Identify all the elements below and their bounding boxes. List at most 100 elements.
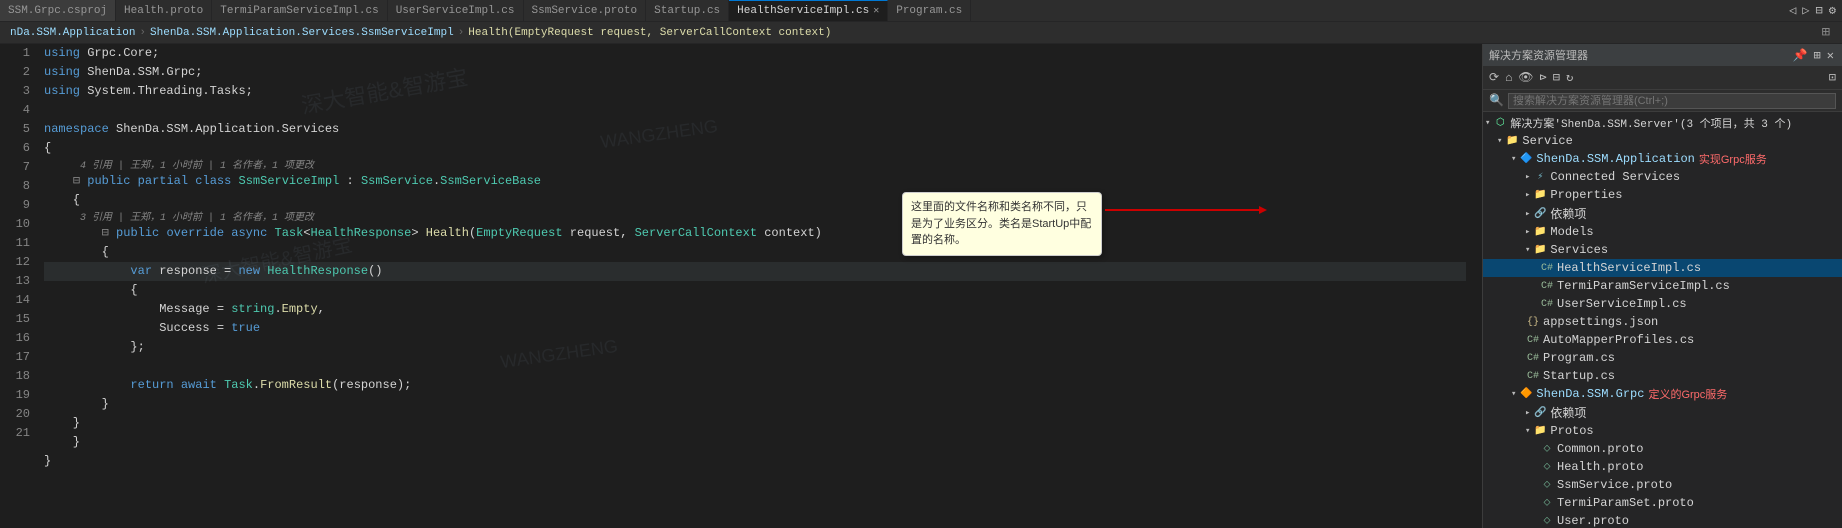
tab-startup[interactable]: Startup.cs — [646, 0, 729, 21]
collapse-icon[interactable]: ⊟ — [1814, 3, 1825, 18]
nav-forward-icon[interactable]: ▷ — [1800, 3, 1811, 18]
tab-bar: SSM.Grpc.csproj Health.proto TermiParamS… — [0, 0, 1842, 22]
tree-item-health-service-impl[interactable]: C# HealthServiceImpl.cs — [1483, 259, 1842, 277]
code-line-ref: 4 引用 | 王郑，1 小时前 | 1 名作者，1 项更改 — [44, 158, 1466, 172]
solution-label: 解决方案'ShenDa.SSM.Server'(3 个项目，共 3 个) — [1510, 115, 1792, 131]
code-content: 12345 678910 1112131415 1617181920 21 us… — [0, 44, 1482, 528]
json-file-icon: {} — [1525, 314, 1541, 330]
tree-item-shenda-ssm-application[interactable]: ▾ 🔷 ShenDa.SSM.Application 实现Grpc服务 — [1483, 150, 1842, 168]
tab-ssm-service-proto[interactable]: SsmService.proto — [524, 0, 647, 21]
deps-icon: 🔗 — [1532, 405, 1548, 421]
project-label: ShenDa.SSM.Application — [1536, 152, 1694, 166]
tree-item-deps-grpc[interactable]: ▸ 🔗 依赖项 — [1483, 403, 1842, 422]
nav-back-icon[interactable]: ◁ — [1787, 3, 1798, 18]
tree-item-user-service-impl[interactable]: C# UserServiceImpl.cs — [1483, 295, 1842, 313]
project-label: ShenDa.SSM.Grpc — [1536, 387, 1644, 401]
tree-item-health-proto-file[interactable]: ⬦ Health.proto — [1483, 458, 1842, 476]
home-icon[interactable]: ⌂ — [1503, 71, 1514, 85]
tree-item-automapper[interactable]: C# AutoMapperProfiles.cs — [1483, 331, 1842, 349]
chevron-icon: ▾ — [1525, 245, 1530, 255]
show-all-icon[interactable]: 👁 — [1516, 70, 1535, 85]
expand-icon[interactable]: ⊞ — [1812, 48, 1823, 63]
code-line: using ShenDa.SSM.Grpc; — [44, 63, 1466, 82]
solution-explorer-toolbar: 📌 ⊞ ✕ — [1791, 48, 1836, 63]
file-label: UserServiceImpl.cs — [1557, 297, 1687, 311]
tree-item-services-folder[interactable]: ▾ 📁 Services — [1483, 241, 1842, 259]
code-line: Success = true — [44, 319, 1466, 338]
tree-item-shenda-ssm-grpc[interactable]: ▾ 🔶 ShenDa.SSM.Grpc 定义的Grpc服务 — [1483, 385, 1842, 403]
tree-item-startup-cs[interactable]: C# Startup.cs — [1483, 367, 1842, 385]
tab-health-service-impl[interactable]: HealthServiceImpl.cs ✕ — [729, 0, 888, 21]
tree-item-connected-services[interactable]: ▸ ⚡ Connected Services — [1483, 168, 1842, 186]
pin-icon[interactable]: 📌 — [1791, 48, 1810, 63]
proto-file-icon: ⬦ — [1539, 495, 1555, 511]
tab-ssm-grpc-csproj[interactable]: SSM.Grpc.csproj — [0, 0, 116, 21]
cs-file-icon: C# — [1539, 260, 1555, 276]
tree-item-service-folder[interactable]: ▾ 📁 Service — [1483, 132, 1842, 150]
tree-item-appsettings[interactable]: {} appsettings.json — [1483, 313, 1842, 331]
tab-program[interactable]: Program.cs — [888, 0, 971, 21]
tree-item-termi-param-service-impl[interactable]: C# TermiParamServiceImpl.cs — [1483, 277, 1842, 295]
ref-comment-9: 3 引用 | 王郑，1 小时前 | 1 名作者，1 项更改 — [80, 213, 314, 224]
close-tab-button[interactable]: ✕ — [873, 5, 879, 17]
breadcrumb-expand-icon[interactable]: ⊞ — [1820, 24, 1832, 41]
tab-health-proto[interactable]: Health.proto — [116, 0, 212, 21]
chevron-icon: ▸ — [1525, 190, 1530, 200]
breadcrumb-middle[interactable]: ShenDa.SSM.Application.Services.SsmServi… — [150, 27, 454, 39]
grpc-def-label: 定义的Grpc服务 — [1648, 386, 1727, 402]
tree-item-properties[interactable]: ▸ 📁 Properties — [1483, 186, 1842, 204]
breadcrumb-left[interactable]: nDa.SSM.Application — [10, 27, 135, 39]
close-panel-icon[interactable]: ✕ — [1825, 48, 1836, 63]
proto-file-icon: ⬦ — [1539, 477, 1555, 493]
code-line-ref: 3 引用 | 王郑，1 小时前 | 1 名作者，1 项更改 — [44, 210, 1466, 224]
tab-user-service-impl[interactable]: UserServiceImpl.cs — [388, 0, 524, 21]
proto-file-icon: ⬦ — [1539, 459, 1555, 475]
file-label: SsmService.proto — [1557, 478, 1672, 492]
code-editor: 深大智能&智游宝 WANGZHENG 深大智能&智游宝 WANGZHENG 这里… — [0, 44, 1482, 528]
file-label: HealthServiceImpl.cs — [1557, 261, 1701, 275]
cs-file-icon: C# — [1525, 368, 1541, 384]
filter-icon[interactable]: ⊳ — [1538, 70, 1549, 85]
tree-item-user-proto[interactable]: ⬦ User.proto — [1483, 512, 1842, 528]
file-label: TermiParamServiceImpl.cs — [1557, 279, 1730, 293]
tree-item-models[interactable]: ▸ 📁 Models — [1483, 223, 1842, 241]
tree-item-ssm-service-proto[interactable]: ⬦ SsmService.proto — [1483, 476, 1842, 494]
tree-item-common-proto[interactable]: ⬦ Common.proto — [1483, 440, 1842, 458]
cs-file-icon: C# — [1525, 332, 1541, 348]
refresh-icon[interactable]: ↻ — [1564, 70, 1575, 85]
ref-comment-7: 4 引用 | 王郑，1 小时前 | 1 名作者，1 项更改 — [80, 161, 314, 172]
sync-icon[interactable]: ⟳ — [1487, 70, 1501, 85]
code-line: { — [44, 281, 1466, 300]
code-line: Message = string.Empty, — [44, 300, 1466, 319]
tab-termi-param-service-impl[interactable]: TermiParamServiceImpl.cs — [212, 0, 387, 21]
connected-services-icon: ⚡ — [1532, 169, 1548, 185]
tab-label: Startup.cs — [654, 5, 720, 17]
tab-label: SSM.Grpc.csproj — [8, 5, 107, 17]
chevron-icon: ▾ — [1511, 389, 1516, 399]
cs-file-icon: C# — [1525, 350, 1541, 366]
proto-file-icon: ⬦ — [1539, 513, 1555, 528]
tree-item-protos-folder[interactable]: ▾ 📁 Protos — [1483, 422, 1842, 440]
breadcrumb-right[interactable]: Health(EmptyRequest request, ServerCallC… — [468, 27, 831, 39]
code-lines[interactable]: using Grpc.Core; using ShenDa.SSM.Grpc; … — [36, 44, 1474, 528]
tree-item-solution[interactable]: ▾ ⬡ 解决方案'ShenDa.SSM.Server'(3 个项目，共 3 个) — [1483, 114, 1842, 132]
chevron-icon: ▸ — [1525, 172, 1530, 182]
collapse-all-icon[interactable]: ⊟ — [1551, 70, 1562, 85]
code-line: namespace ShenDa.SSM.Application.Service… — [44, 120, 1466, 139]
deps-label: 依赖项 — [1550, 404, 1586, 421]
code-line: return await Task.FromResult(response); — [44, 376, 1466, 395]
connected-services-label: Connected Services — [1550, 170, 1680, 184]
folder-icon: 📁 — [1532, 242, 1548, 258]
search-input[interactable] — [1508, 93, 1836, 109]
code-line: } — [44, 395, 1466, 414]
settings-icon[interactable]: ⚙ — [1827, 3, 1838, 18]
solution-explorer-panel: 解决方案资源管理器 📌 ⊞ ✕ ⟳ ⌂ 👁 ⊳ ⊟ ↻ ⊡ 🔍 — [1482, 44, 1842, 528]
tree-item-deps-app[interactable]: ▸ 🔗 依赖项 — [1483, 204, 1842, 223]
code-line: { — [44, 191, 1466, 210]
cs-file-icon: C# — [1539, 278, 1555, 294]
pin2-icon[interactable]: ⊡ — [1827, 70, 1838, 85]
vertical-scrollbar[interactable] — [1474, 44, 1482, 528]
tree-item-program-cs[interactable]: C# Program.cs — [1483, 349, 1842, 367]
project-icon: 🔶 — [1518, 386, 1534, 402]
tree-item-termi-param-set-proto[interactable]: ⬦ TermiParamSet.proto — [1483, 494, 1842, 512]
